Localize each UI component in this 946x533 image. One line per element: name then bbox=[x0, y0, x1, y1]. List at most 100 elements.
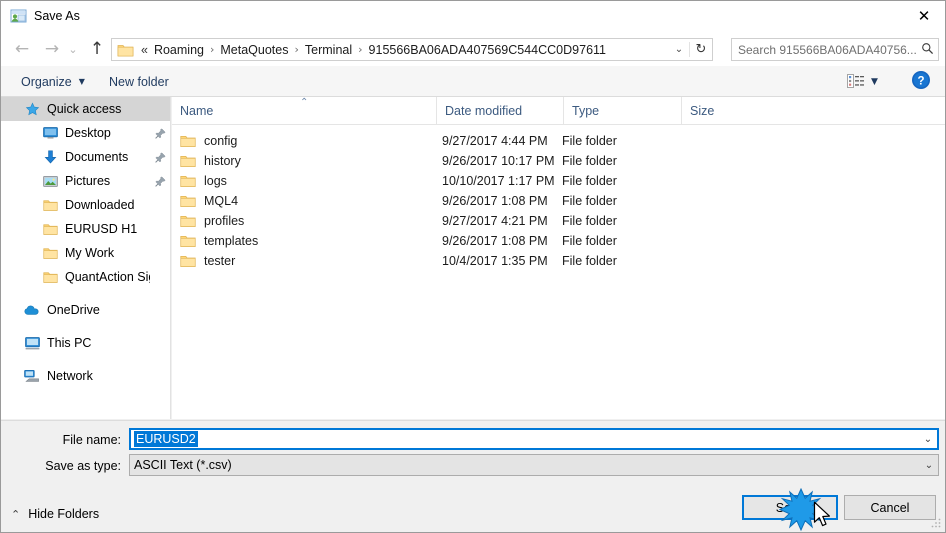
help-button[interactable]: ? bbox=[911, 70, 933, 92]
table-row[interactable]: profiles 9/27/2017 4:21 PM File folder bbox=[172, 211, 945, 231]
column-header-label: Type bbox=[572, 103, 600, 118]
sidebar-item-eurusd-h1[interactable]: EURUSD H1 bbox=[1, 217, 170, 241]
sidebar-item-quick-access[interactable]: Quick access bbox=[1, 97, 170, 121]
sidebar-item-desktop[interactable]: Desktop bbox=[1, 121, 170, 145]
file-name-input[interactable]: EURUSD2 ⌄ bbox=[129, 428, 939, 450]
new-folder-button[interactable]: New folder bbox=[101, 70, 177, 93]
change-view-button[interactable]: ▼ bbox=[847, 72, 892, 92]
folder-icon bbox=[180, 235, 196, 248]
file-date-cell: 9/26/2017 1:08 PM bbox=[442, 194, 548, 208]
cancel-button-label: Cancel bbox=[870, 500, 910, 515]
breadcrumb-item-roaming[interactable]: Roaming bbox=[150, 42, 208, 58]
address-bar[interactable]: « Roaming › MetaQuotes › Terminal › 9155… bbox=[111, 38, 713, 61]
save-as-type-select[interactable]: ASCII Text (*.csv) ⌄ bbox=[129, 454, 939, 476]
chevron-down-icon[interactable]: ⌄ bbox=[920, 460, 938, 471]
file-type-cell: File folder bbox=[562, 214, 617, 228]
folder-icon bbox=[41, 244, 59, 262]
save-button-label: Save bbox=[775, 500, 805, 515]
file-type-cell: File folder bbox=[562, 254, 617, 268]
folder-icon bbox=[117, 43, 134, 57]
recent-locations-button[interactable]: ⌄ bbox=[64, 36, 82, 62]
sidebar-item-onedrive[interactable]: OneDrive bbox=[1, 298, 170, 322]
file-name-text: history bbox=[204, 154, 241, 168]
column-header-name[interactable]: ⌃ Name bbox=[172, 97, 436, 124]
sidebar-item-pictures[interactable]: Pictures bbox=[1, 169, 170, 193]
pin-icon[interactable] bbox=[150, 128, 170, 139]
chevron-down-icon: ▼ bbox=[871, 77, 878, 87]
file-date-cell: 10/4/2017 1:35 PM bbox=[442, 254, 548, 268]
folder-icon bbox=[180, 195, 196, 208]
column-header-size[interactable]: Size bbox=[681, 97, 753, 124]
close-button[interactable]: ✕ bbox=[901, 1, 945, 32]
pin-icon[interactable] bbox=[150, 152, 170, 163]
search-box[interactable]: Search 915566BA06ADA40756... bbox=[731, 38, 939, 61]
table-row[interactable]: tester 10/4/2017 1:35 PM File folder bbox=[172, 251, 945, 271]
sidebar-item-downloaded[interactable]: Downloaded bbox=[1, 193, 170, 217]
sidebar-item-network[interactable]: Network bbox=[1, 364, 170, 388]
column-header-date-modified[interactable]: Date modified bbox=[436, 97, 563, 124]
sidebar-item-label: EURUSD H1 bbox=[65, 222, 138, 236]
save-button[interactable]: Save bbox=[742, 495, 838, 520]
organize-label: Organize bbox=[21, 74, 72, 89]
back-button[interactable]: ← bbox=[9, 36, 35, 62]
sidebar-item-my-work[interactable]: My Work bbox=[1, 241, 170, 265]
chevron-down-icon[interactable]: ⌄ bbox=[919, 434, 937, 445]
resize-grip[interactable] bbox=[930, 517, 942, 529]
folder-icon bbox=[180, 215, 196, 228]
folder-icon bbox=[41, 220, 59, 238]
forward-button[interactable]: → bbox=[39, 36, 65, 62]
up-one-level-button[interactable]: ↑ bbox=[84, 36, 110, 62]
table-row[interactable]: config 9/27/2017 4:44 PM File folder bbox=[172, 131, 945, 151]
table-row[interactable]: history 9/26/2017 10:17 PM File folder bbox=[172, 151, 945, 171]
sidebar-item-quantaction-signal[interactable]: QuantAction Signal bbox=[1, 265, 170, 289]
pin-icon[interactable] bbox=[150, 176, 170, 187]
address-dropdown-button[interactable]: ⌄ bbox=[669, 44, 689, 55]
table-row[interactable]: MQL4 9/26/2017 1:08 PM File folder bbox=[172, 191, 945, 211]
sort-ascending-icon: ⌃ bbox=[300, 97, 309, 108]
save-as-type-value: ASCII Text (*.csv) bbox=[134, 458, 232, 472]
folder-icon bbox=[180, 255, 196, 268]
hide-folders-button[interactable]: ⌃ Hide Folders bbox=[11, 503, 99, 525]
save-as-type-label: Save as type: bbox=[45, 459, 121, 473]
hide-folders-label: Hide Folders bbox=[28, 507, 100, 521]
column-header-label: Date modified bbox=[445, 103, 523, 118]
search-input[interactable]: Search 915566BA06ADA40756... bbox=[732, 43, 916, 57]
picture-icon bbox=[41, 172, 59, 190]
folder-icon bbox=[41, 268, 59, 286]
breadcrumb-item-terminal[interactable]: Terminal bbox=[301, 42, 356, 58]
this-pc-icon bbox=[23, 334, 41, 352]
breadcrumb: « Roaming › MetaQuotes › Terminal › 9155… bbox=[137, 42, 669, 58]
breadcrumb-item-instance[interactable]: 915566BA06ADA407569C544CC0D97611 bbox=[365, 42, 610, 58]
sidebar-item-label: QuantAction Signal bbox=[65, 270, 150, 284]
navigation-pane: Quick access Desktop Documents Pictures … bbox=[1, 97, 171, 419]
file-name-text: config bbox=[204, 134, 238, 148]
sidebar-item-label: Downloaded bbox=[65, 198, 135, 212]
sidebar-item-label: This PC bbox=[47, 336, 92, 350]
file-date-cell: 9/26/2017 10:17 PM bbox=[442, 154, 555, 168]
file-name-text: logs bbox=[204, 174, 227, 188]
file-list-pane: ⌃ Name Date modified Type Size config 9/… bbox=[172, 97, 945, 419]
star-icon bbox=[23, 100, 41, 118]
folder-icon bbox=[180, 155, 196, 168]
column-header-type[interactable]: Type bbox=[563, 97, 681, 124]
command-bar: Organize ▼ New folder ▼ ? bbox=[1, 66, 945, 97]
help-icon: ? bbox=[912, 71, 930, 89]
close-icon: ✕ bbox=[917, 7, 931, 25]
file-name-cell: history bbox=[180, 154, 241, 168]
sidebar-item-documents[interactable]: Documents bbox=[1, 145, 170, 169]
download-arrow-icon bbox=[41, 148, 59, 166]
table-row[interactable]: logs 10/10/2017 1:17 PM File folder bbox=[172, 171, 945, 191]
sidebar-item-this-pc[interactable]: This PC bbox=[1, 331, 170, 355]
table-row[interactable]: templates 9/26/2017 1:08 PM File folder bbox=[172, 231, 945, 251]
breadcrumb-item-metaquotes[interactable]: MetaQuotes bbox=[216, 42, 292, 58]
cancel-button[interactable]: Cancel bbox=[844, 495, 936, 520]
file-name-cell: config bbox=[180, 134, 237, 148]
file-name-text: templates bbox=[204, 234, 259, 248]
refresh-button[interactable]: ↻ bbox=[689, 42, 712, 57]
file-name-value[interactable]: EURUSD2 bbox=[134, 431, 198, 447]
chevron-down-icon: ⌄ bbox=[68, 42, 78, 56]
organize-button[interactable]: Organize ▼ bbox=[13, 70, 93, 93]
breadcrumb-lead[interactable]: « bbox=[137, 42, 150, 58]
